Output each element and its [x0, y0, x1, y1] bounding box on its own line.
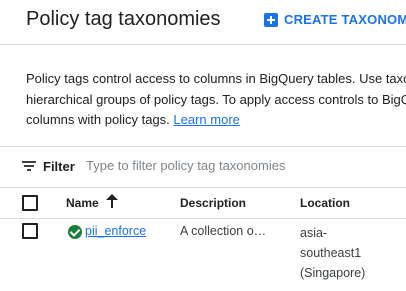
- column-header-description: Description: [180, 196, 247, 210]
- taxonomy-name-link[interactable]: pii_enforce: [85, 224, 146, 238]
- taxonomy-description: A collection o…: [180, 224, 267, 238]
- filter-bar: Filter: [0, 146, 406, 188]
- filter-list-icon[interactable]: [22, 161, 36, 172]
- info-description: Policy tags control access to columns in…: [26, 69, 406, 131]
- page-title: Policy tag taxonomies: [26, 8, 221, 30]
- description-line-2: hierarchical groups of policy tags. To a…: [26, 91, 406, 107]
- table-header: Name Description Location: [0, 187, 406, 219]
- description-line-3: columns with policy tags. Learn more: [26, 110, 406, 131]
- location-line: (Singapore): [300, 266, 366, 280]
- location-line: asia-: [300, 226, 328, 240]
- filter-input[interactable]: [86, 158, 396, 173]
- check-circle-icon: [68, 225, 82, 239]
- description-line-1: Policy tags control access to columns in…: [26, 71, 406, 86]
- filter-label: Filter: [43, 159, 75, 174]
- location-line: southeast1: [300, 246, 362, 260]
- arrow-upward-icon[interactable]: [105, 193, 119, 209]
- row-checkbox[interactable]: [22, 223, 38, 239]
- select-all-checkbox[interactable]: [22, 195, 38, 211]
- description-line-3-text: columns with policy tags.: [26, 112, 170, 127]
- column-header-location: Location: [300, 196, 350, 210]
- page-header: Policy tag taxonomies CREATE TAXONOMY: [0, 0, 406, 45]
- create-taxonomy-button[interactable]: CREATE TAXONOMY: [264, 12, 406, 27]
- add-box-icon: [264, 12, 278, 27]
- taxonomy-location: asia- southeast1 (Singapore): [300, 223, 365, 283]
- column-header-name[interactable]: Name: [66, 196, 99, 210]
- table-row: pii_enforce A collection o… asia- southe…: [0, 219, 406, 291]
- learn-more-link[interactable]: Learn more: [173, 112, 239, 127]
- create-taxonomy-label: CREATE TAXONOMY: [284, 12, 406, 27]
